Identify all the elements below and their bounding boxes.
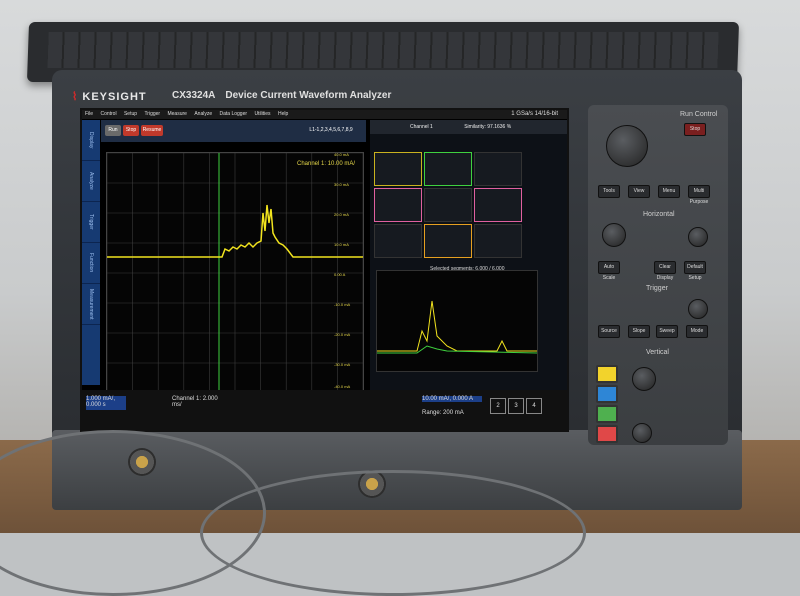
y-tick-4: 0.00 A <box>334 272 346 277</box>
segment-channel[interactable]: Channel 1 <box>410 124 433 130</box>
segment-thumb[interactable] <box>374 152 422 186</box>
sample-rate: 1 GSa/s 14/16-bit <box>511 111 558 117</box>
trace-label: L1-1,2,3,4,5,6,7,8,9 <box>309 127 353 133</box>
vertical-label: Vertical <box>646 349 669 356</box>
trigger-level-knob[interactable] <box>688 299 708 319</box>
tab-measurement[interactable]: Measurement <box>82 284 100 325</box>
menu-setup[interactable]: Setup <box>124 111 137 117</box>
auto-scale-button[interactable]: Auto Scale <box>598 261 620 281</box>
vertical-position-knob[interactable] <box>632 423 652 443</box>
overlay-trace <box>377 300 537 352</box>
slope-button[interactable]: Slope <box>628 325 650 338</box>
brand-name: KEYSIGHT <box>82 91 147 103</box>
sweep-button[interactable]: Sweep <box>656 325 678 338</box>
channel-label: Channel 1: 10.00 mA/ <box>297 161 355 167</box>
status-timebase[interactable]: 1.000 mA/, 0.000 s <box>86 396 126 410</box>
waveform-plot: Channel 1: 10.00 mA/ <box>106 152 364 394</box>
status-range: Range: 200 mA <box>422 410 464 416</box>
navigation-pad[interactable] <box>606 125 648 167</box>
channel-2-button[interactable]: 2 <box>490 398 506 414</box>
y-tick-0: 40.0 mA <box>334 152 349 157</box>
segment-thumb[interactable] <box>374 188 422 222</box>
model-number: CX3324A <box>172 90 216 101</box>
mode-button[interactable]: Mode <box>686 325 708 338</box>
model-description: Device Current Waveform Analyzer <box>225 90 392 101</box>
y-tick-5: -10.0 mA <box>334 302 351 307</box>
multi-purpose-button[interactable]: Multi Purpose <box>688 185 710 205</box>
menu-bar: File Control Setup Trigger Measure Analy… <box>82 110 567 119</box>
y-tick-2: 20.0 mA <box>334 212 349 217</box>
similarity-value: Similarity: 97.1636 % <box>464 124 512 130</box>
segment-header: Channel 1 Similarity: 97.1636 % <box>370 120 567 134</box>
segment-thumb[interactable] <box>474 188 522 222</box>
probe-cable-2 <box>200 470 586 596</box>
run-button[interactable]: Run <box>105 125 121 136</box>
trigger-label: Trigger <box>646 285 668 292</box>
status-channel: Channel 1: 2.000 ms/ <box>172 396 218 408</box>
overlay-plot <box>376 270 538 372</box>
segment-thumb[interactable] <box>424 224 472 258</box>
overlay-svg <box>377 300 538 354</box>
status-vertical[interactable]: 10.00 mA/, 0.000 A <box>422 396 482 402</box>
menu-control[interactable]: Control <box>100 111 116 117</box>
resume-button[interactable]: Resume <box>141 125 163 136</box>
segment-thumb[interactable] <box>424 188 472 222</box>
horizontal-scale-knob[interactable] <box>602 223 626 247</box>
segment-thumb[interactable] <box>374 224 422 258</box>
menu-measure[interactable]: Measure <box>167 111 186 117</box>
hw-stop-button[interactable]: Stop <box>684 123 706 136</box>
model-label: CX3324A Device Current Waveform Analyzer <box>172 90 391 101</box>
y-tick-3: 10.0 mA <box>334 242 349 247</box>
y-tick-7: -30.0 mA <box>334 362 351 367</box>
clear-display-button[interactable]: Clear Display <box>654 261 676 281</box>
y-axis-ticks: 40.0 mA 30.0 mA 20.0 mA 10.0 mA 0.00 A -… <box>334 152 368 392</box>
segment-thumbnails <box>374 152 524 262</box>
y-tick-1: 30.0 mA <box>334 182 349 187</box>
default-setup-button[interactable]: Default Setup <box>684 261 706 281</box>
source-button[interactable]: Source <box>598 325 620 338</box>
segment-thumb[interactable] <box>424 152 472 186</box>
segment-analysis-pane: Channel 1 Similarity: 97.1636 % Selected… <box>370 120 567 395</box>
tab-trigger[interactable]: Trigger <box>82 202 100 243</box>
side-tabs: Display Analyze Trigger Function Measure… <box>82 120 100 385</box>
waveform-svg: Channel 1: 10.00 mA/ <box>107 153 363 393</box>
keyboard-keys <box>47 32 719 68</box>
plot-grid <box>107 153 363 393</box>
menu-help[interactable]: Help <box>278 111 288 117</box>
channel-3-select[interactable] <box>596 405 618 423</box>
keysight-wave-icon: ⌇ <box>72 91 79 103</box>
channel-3-button[interactable]: 3 <box>508 398 524 414</box>
segment-thumb[interactable] <box>474 224 522 258</box>
menu-file[interactable]: File <box>85 111 93 117</box>
status-bar: 1.000 mA/, 0.000 s Channel 1: 2.000 ms/ … <box>82 390 567 430</box>
y-tick-8: -40.0 mA <box>334 384 351 389</box>
tab-function[interactable]: Function <box>82 243 100 284</box>
tab-display[interactable]: Display <box>82 120 100 161</box>
stop-button[interactable]: Stop <box>123 125 139 136</box>
menu-utilities[interactable]: Utilities <box>254 111 270 117</box>
run-control-label: Run Control <box>680 111 718 118</box>
tab-analyze[interactable]: Analyze <box>82 161 100 202</box>
view-button[interactable]: View <box>628 185 650 198</box>
menu-data-logger[interactable]: Data Logger <box>220 111 248 117</box>
vertical-scale-knob[interactable] <box>632 367 656 391</box>
horizontal-position-knob[interactable] <box>688 227 708 247</box>
menu-trigger[interactable]: Trigger <box>144 111 160 117</box>
channel-4-select[interactable] <box>596 425 618 443</box>
tools-button[interactable]: Tools <box>598 185 620 198</box>
waveform-toolbar: Run Stop Resume L1-1,2,3,4,5,6,7,8,9 <box>101 120 366 142</box>
brand-logo: ⌇ KEYSIGHT <box>72 90 147 103</box>
channel-2-select[interactable] <box>596 385 618 403</box>
menu-button[interactable]: Menu <box>658 185 680 198</box>
front-control-panel: Run Control Stop Tools View Menu Multi P… <box>588 105 728 445</box>
channel-4-button[interactable]: 4 <box>526 398 542 414</box>
channel-1-select[interactable] <box>596 365 618 383</box>
horizontal-label: Horizontal <box>643 211 675 218</box>
display-screen: File Control Setup Trigger Measure Analy… <box>80 108 569 432</box>
overlay-trace-2 <box>377 345 538 354</box>
y-tick-6: -20.0 mA <box>334 332 351 337</box>
segment-thumb[interactable] <box>474 152 522 186</box>
menu-analyze[interactable]: Analyze <box>194 111 212 117</box>
